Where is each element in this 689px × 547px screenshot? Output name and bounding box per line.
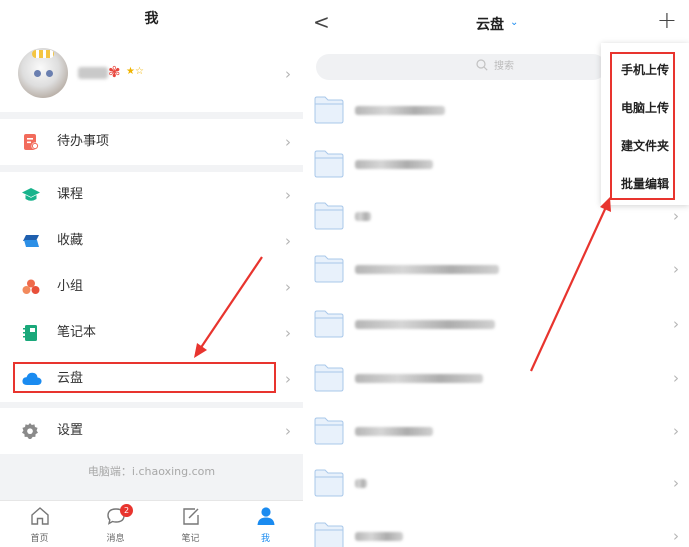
chevron-right-icon: › <box>673 315 679 333</box>
menu-item-label: 收藏 <box>57 233 84 248</box>
chevron-down-icon[interactable]: ⌄ <box>510 17 518 28</box>
chevron-right-icon: › <box>285 232 291 250</box>
menu-item-label: 设置 <box>57 423 84 438</box>
avatar-flower-crown <box>32 50 54 58</box>
folder-icon <box>314 202 344 230</box>
gear-icon <box>22 423 38 439</box>
avatar[interactable] <box>18 48 68 98</box>
folder-icon <box>314 469 344 497</box>
tab-home[interactable]: 首页 <box>2 501 77 547</box>
highlight-box-cloud-drive <box>13 362 276 393</box>
tab-label: 首页 <box>30 534 49 544</box>
menu-item-todo[interactable]: 待办事项 › <box>0 119 303 165</box>
notebook-icon <box>23 325 37 341</box>
bookmark-stack-icon <box>23 235 39 247</box>
folder-icon <box>314 417 344 445</box>
note-edit-icon <box>183 508 199 525</box>
menu-item-label: 小组 <box>57 279 84 294</box>
search-placeholder: 搜索 <box>494 61 514 72</box>
cloud-drive-page: < 云盘 ⌄ + 搜索 ››››››››› 手机上传 电脑上传 建文件夹 批量编… <box>303 0 689 547</box>
folder-icon <box>314 310 344 338</box>
menu-item-label: 课程 <box>57 187 84 202</box>
group-icon <box>22 279 40 294</box>
file-row-folder[interactable]: › <box>303 457 689 510</box>
chevron-right-icon: › <box>673 527 679 545</box>
chevron-right-icon: › <box>285 65 291 83</box>
chevron-right-icon: › <box>285 422 291 440</box>
graduation-cap-icon <box>22 188 40 201</box>
file-name-blurred <box>355 532 403 541</box>
file-row-folder[interactable]: › <box>303 510 689 547</box>
add-button[interactable]: + <box>657 8 677 32</box>
chevron-right-icon: › <box>673 260 679 278</box>
tab-messages[interactable]: 2 消息 <box>78 501 153 547</box>
file-name-blurred <box>355 212 371 221</box>
page-title[interactable]: 云盘 <box>476 14 504 34</box>
page-title: 我 <box>0 0 303 38</box>
chevron-right-icon: › <box>673 422 679 440</box>
search-icon <box>476 59 488 71</box>
chevron-right-icon: › <box>285 278 291 296</box>
folder-icon <box>314 255 344 283</box>
user-icon <box>257 507 275 525</box>
chevron-right-icon: › <box>285 370 291 388</box>
tab-label: 笔记 <box>181 534 200 544</box>
chevron-right-icon: › <box>673 474 679 492</box>
chevron-right-icon: › <box>673 207 679 225</box>
menu-item-settings[interactable]: 设置 › <box>0 408 303 454</box>
home-icon <box>31 507 49 525</box>
file-name-blurred <box>355 320 495 329</box>
tab-me[interactable]: 我 <box>228 501 303 547</box>
folder-icon <box>314 522 344 547</box>
file-name-blurred <box>355 427 433 436</box>
search-input[interactable]: 搜索 <box>316 54 606 80</box>
web-url-hint: 电脑端：i.chaoxing.com <box>87 465 216 478</box>
chevron-right-icon: › <box>285 133 291 151</box>
back-button[interactable]: < <box>313 11 330 33</box>
navbar: < 云盘 ⌄ + <box>303 0 689 46</box>
file-name-blurred <box>355 374 483 383</box>
menu-item-group[interactable]: 小组 › <box>0 264 303 310</box>
menu-item-course[interactable]: 课程 › <box>0 172 303 218</box>
star-rating-icon: ★☆ <box>126 66 144 77</box>
file-name-blurred <box>355 160 433 169</box>
menu-item-label: 待办事项 <box>57 134 110 149</box>
file-row-folder[interactable]: › <box>303 298 689 351</box>
flower-badge-icon: ✾ <box>108 63 121 81</box>
profile-card[interactable]: ✾ ★☆ › <box>0 38 303 112</box>
file-row-folder[interactable]: › <box>303 243 689 296</box>
file-row-folder[interactable]: › <box>303 405 689 458</box>
file-row-folder[interactable]: › <box>303 352 689 405</box>
chevron-right-icon: › <box>285 186 291 204</box>
tab-label: 消息 <box>106 534 125 544</box>
file-name-blurred <box>355 106 445 115</box>
menu-item-notebook[interactable]: 笔记本 › <box>0 310 303 356</box>
highlight-box-popup-menu <box>610 52 675 200</box>
tab-label: 我 <box>260 534 270 544</box>
folder-icon <box>314 96 344 124</box>
chevron-right-icon: › <box>285 324 291 342</box>
menu-item-label: 笔记本 <box>57 325 97 340</box>
folder-icon <box>314 364 344 392</box>
user-name-blurred <box>78 67 108 79</box>
file-name-blurred <box>355 265 499 274</box>
chevron-right-icon: › <box>673 369 679 387</box>
unread-badge: 2 <box>120 504 133 517</box>
menu-item-favorites[interactable]: 收藏 › <box>0 218 303 264</box>
file-name-blurred <box>355 479 367 488</box>
todo-icon <box>24 134 39 150</box>
bottom-tab-bar: 首页 2 消息 笔记 我 <box>0 500 303 547</box>
tab-notes[interactable]: 笔记 <box>153 501 228 547</box>
me-page: 我 ✾ ★☆ › 待办事项 › 课程 › 收藏 › 小组 › 笔记本 › 云盘 … <box>0 0 303 547</box>
folder-icon <box>314 150 344 178</box>
